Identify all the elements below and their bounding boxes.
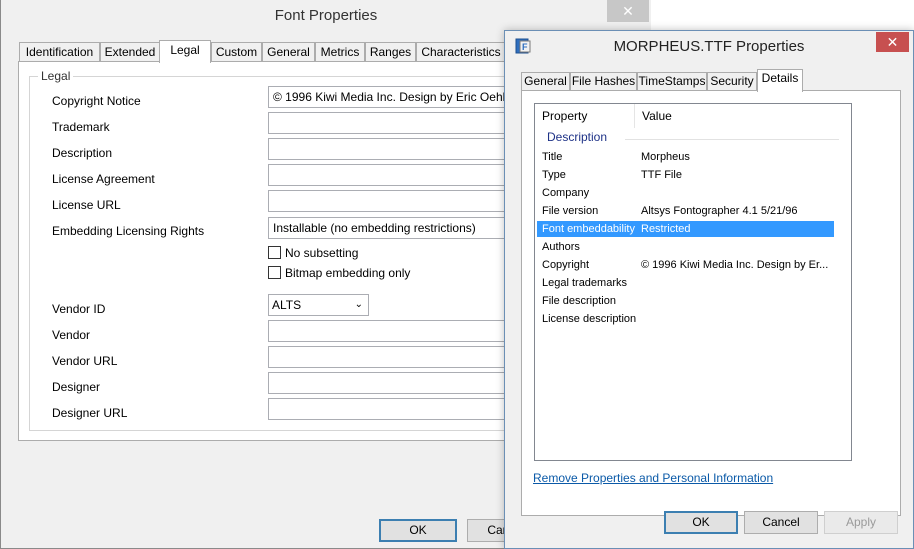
property-value: Altsys Fontographer 4.1 5/21/96: [641, 205, 798, 217]
description-label: Description: [52, 146, 113, 160]
no-subsetting-label: No subsetting: [285, 246, 359, 260]
list-item[interactable]: Company: [537, 185, 834, 201]
bitmap-embedding-only-checkbox[interactable]: Bitmap embedding only: [268, 266, 410, 280]
window-title: Font Properties: [274, 7, 378, 24]
vendor-field[interactable]: [268, 320, 528, 342]
list-item[interactable]: File description: [537, 293, 834, 309]
tab-legal[interactable]: Legal: [159, 40, 211, 63]
checkbox-box[interactable]: [268, 246, 281, 259]
copyright-notice-field[interactable]: © 1996 Kiwi Media Inc. Design by Eric Oe…: [268, 86, 528, 108]
checkbox-box[interactable]: [268, 266, 281, 279]
list-item[interactable]: License description: [537, 311, 834, 327]
copyright-notice-label: Copyright Notice: [52, 94, 141, 108]
vendor-url-field[interactable]: [268, 346, 528, 368]
property-name: Legal trademarks: [542, 277, 627, 289]
tab-ranges[interactable]: Ranges: [365, 42, 416, 62]
list-item[interactable]: File version Altsys Fontographer 4.1 5/21…: [537, 203, 834, 219]
description-field[interactable]: [268, 138, 528, 160]
list-item[interactable]: Legal trademarks: [537, 275, 834, 291]
designer-url-field[interactable]: [268, 398, 528, 420]
font-properties-titlebar: Font Properties ✕: [1, 0, 651, 32]
ok-button[interactable]: OK: [379, 519, 457, 542]
list-item[interactable]: Title Morpheus: [537, 149, 834, 165]
trademark-label: Trademark: [52, 120, 110, 134]
property-name: Title: [542, 151, 563, 163]
list-item[interactable]: Authors: [537, 239, 834, 255]
property-value: © 1996 Kiwi Media Inc. Design by Er...: [641, 259, 829, 271]
property-name: Company: [542, 187, 590, 199]
tab-details[interactable]: Details: [757, 69, 803, 92]
list-item[interactable]: Type TTF File: [537, 167, 834, 183]
tab-security[interactable]: Security: [707, 72, 757, 91]
vendor-id-select[interactable]: ALTS ⌄: [268, 294, 369, 316]
vendor-url-label: Vendor URL: [52, 354, 118, 368]
designer-label: Designer: [52, 380, 101, 394]
property-name: File version: [542, 205, 599, 217]
section-divider: [625, 139, 839, 140]
property-name: Type: [542, 169, 566, 181]
morpheus-properties-window: F MORPHEUS.TTF Properties ✕ General File…: [504, 30, 914, 549]
group-title: Legal: [38, 69, 74, 83]
tab-custom[interactable]: Custom: [211, 42, 262, 62]
property-name: Font embeddability: [542, 223, 635, 235]
property-name: License description: [542, 313, 637, 325]
tab-timestamps[interactable]: TimeStamps: [637, 72, 707, 91]
chevron-down-icon: ⌄: [354, 299, 363, 310]
details-tab-page: Property Value Description Title Morpheus…: [521, 90, 901, 516]
no-subsetting-checkbox[interactable]: No subsetting: [268, 246, 358, 260]
close-button[interactable]: ✕: [607, 0, 649, 22]
embedding-rights-select[interactable]: Installable (no embedding restrictions): [268, 217, 528, 239]
trademark-field[interactable]: [268, 112, 528, 134]
column-header-value[interactable]: Value: [635, 104, 835, 128]
tab-metrics[interactable]: Metrics: [315, 42, 365, 62]
vendor-id-value: ALTS: [272, 298, 302, 312]
tab-identification[interactable]: Identification: [19, 42, 100, 62]
tab-file-hashes[interactable]: File Hashes: [570, 72, 637, 91]
property-value: Morpheus: [641, 151, 690, 163]
tab-general[interactable]: General: [521, 72, 570, 91]
list-item[interactable]: Copyright © 1996 Kiwi Media Inc. Design b…: [537, 257, 834, 273]
license-url-field[interactable]: [268, 190, 528, 212]
property-value: TTF File: [641, 169, 682, 181]
legal-tab-page: Legal Copyright Notice © 1996 Kiwi Media…: [18, 61, 528, 441]
legal-group: Legal Copyright Notice © 1996 Kiwi Media…: [29, 69, 528, 431]
close-button[interactable]: ✕: [876, 32, 909, 52]
ok-button[interactable]: OK: [664, 511, 738, 534]
property-name: Authors: [542, 241, 580, 253]
window-title: MORPHEUS.TTF Properties: [613, 38, 805, 55]
apply-button[interactable]: Apply: [824, 511, 898, 534]
property-value: Restricted: [641, 223, 691, 235]
property-name: Copyright: [542, 259, 590, 271]
vendor-label: Vendor: [52, 328, 91, 342]
property-name: File description: [542, 295, 616, 307]
license-agreement-label: License Agreement: [52, 172, 155, 186]
section-header: Description: [547, 130, 608, 144]
vendor-id-label: Vendor ID: [52, 302, 106, 316]
list-item-selected[interactable]: Font embeddability Restricted: [537, 221, 834, 237]
license-agreement-field[interactable]: [268, 164, 528, 186]
designer-url-label: Designer URL: [52, 406, 128, 420]
license-url-label: License URL: [52, 198, 121, 212]
bitmap-embedding-only-label: Bitmap embedding only: [285, 266, 411, 280]
cancel-button[interactable]: Cancel: [744, 511, 818, 534]
remove-properties-link[interactable]: Remove Properties and Personal Informati…: [533, 471, 773, 485]
tab-general[interactable]: General: [262, 42, 315, 62]
embedding-rights-label: Embedding Licensing Rights: [52, 224, 205, 238]
designer-field[interactable]: [268, 372, 528, 394]
tab-characteristics[interactable]: Characteristics: [416, 42, 506, 62]
tab-extended[interactable]: Extended: [100, 42, 160, 62]
details-list[interactable]: Property Value Description Title Morpheus…: [534, 103, 852, 461]
column-header-property[interactable]: Property: [535, 104, 635, 128]
